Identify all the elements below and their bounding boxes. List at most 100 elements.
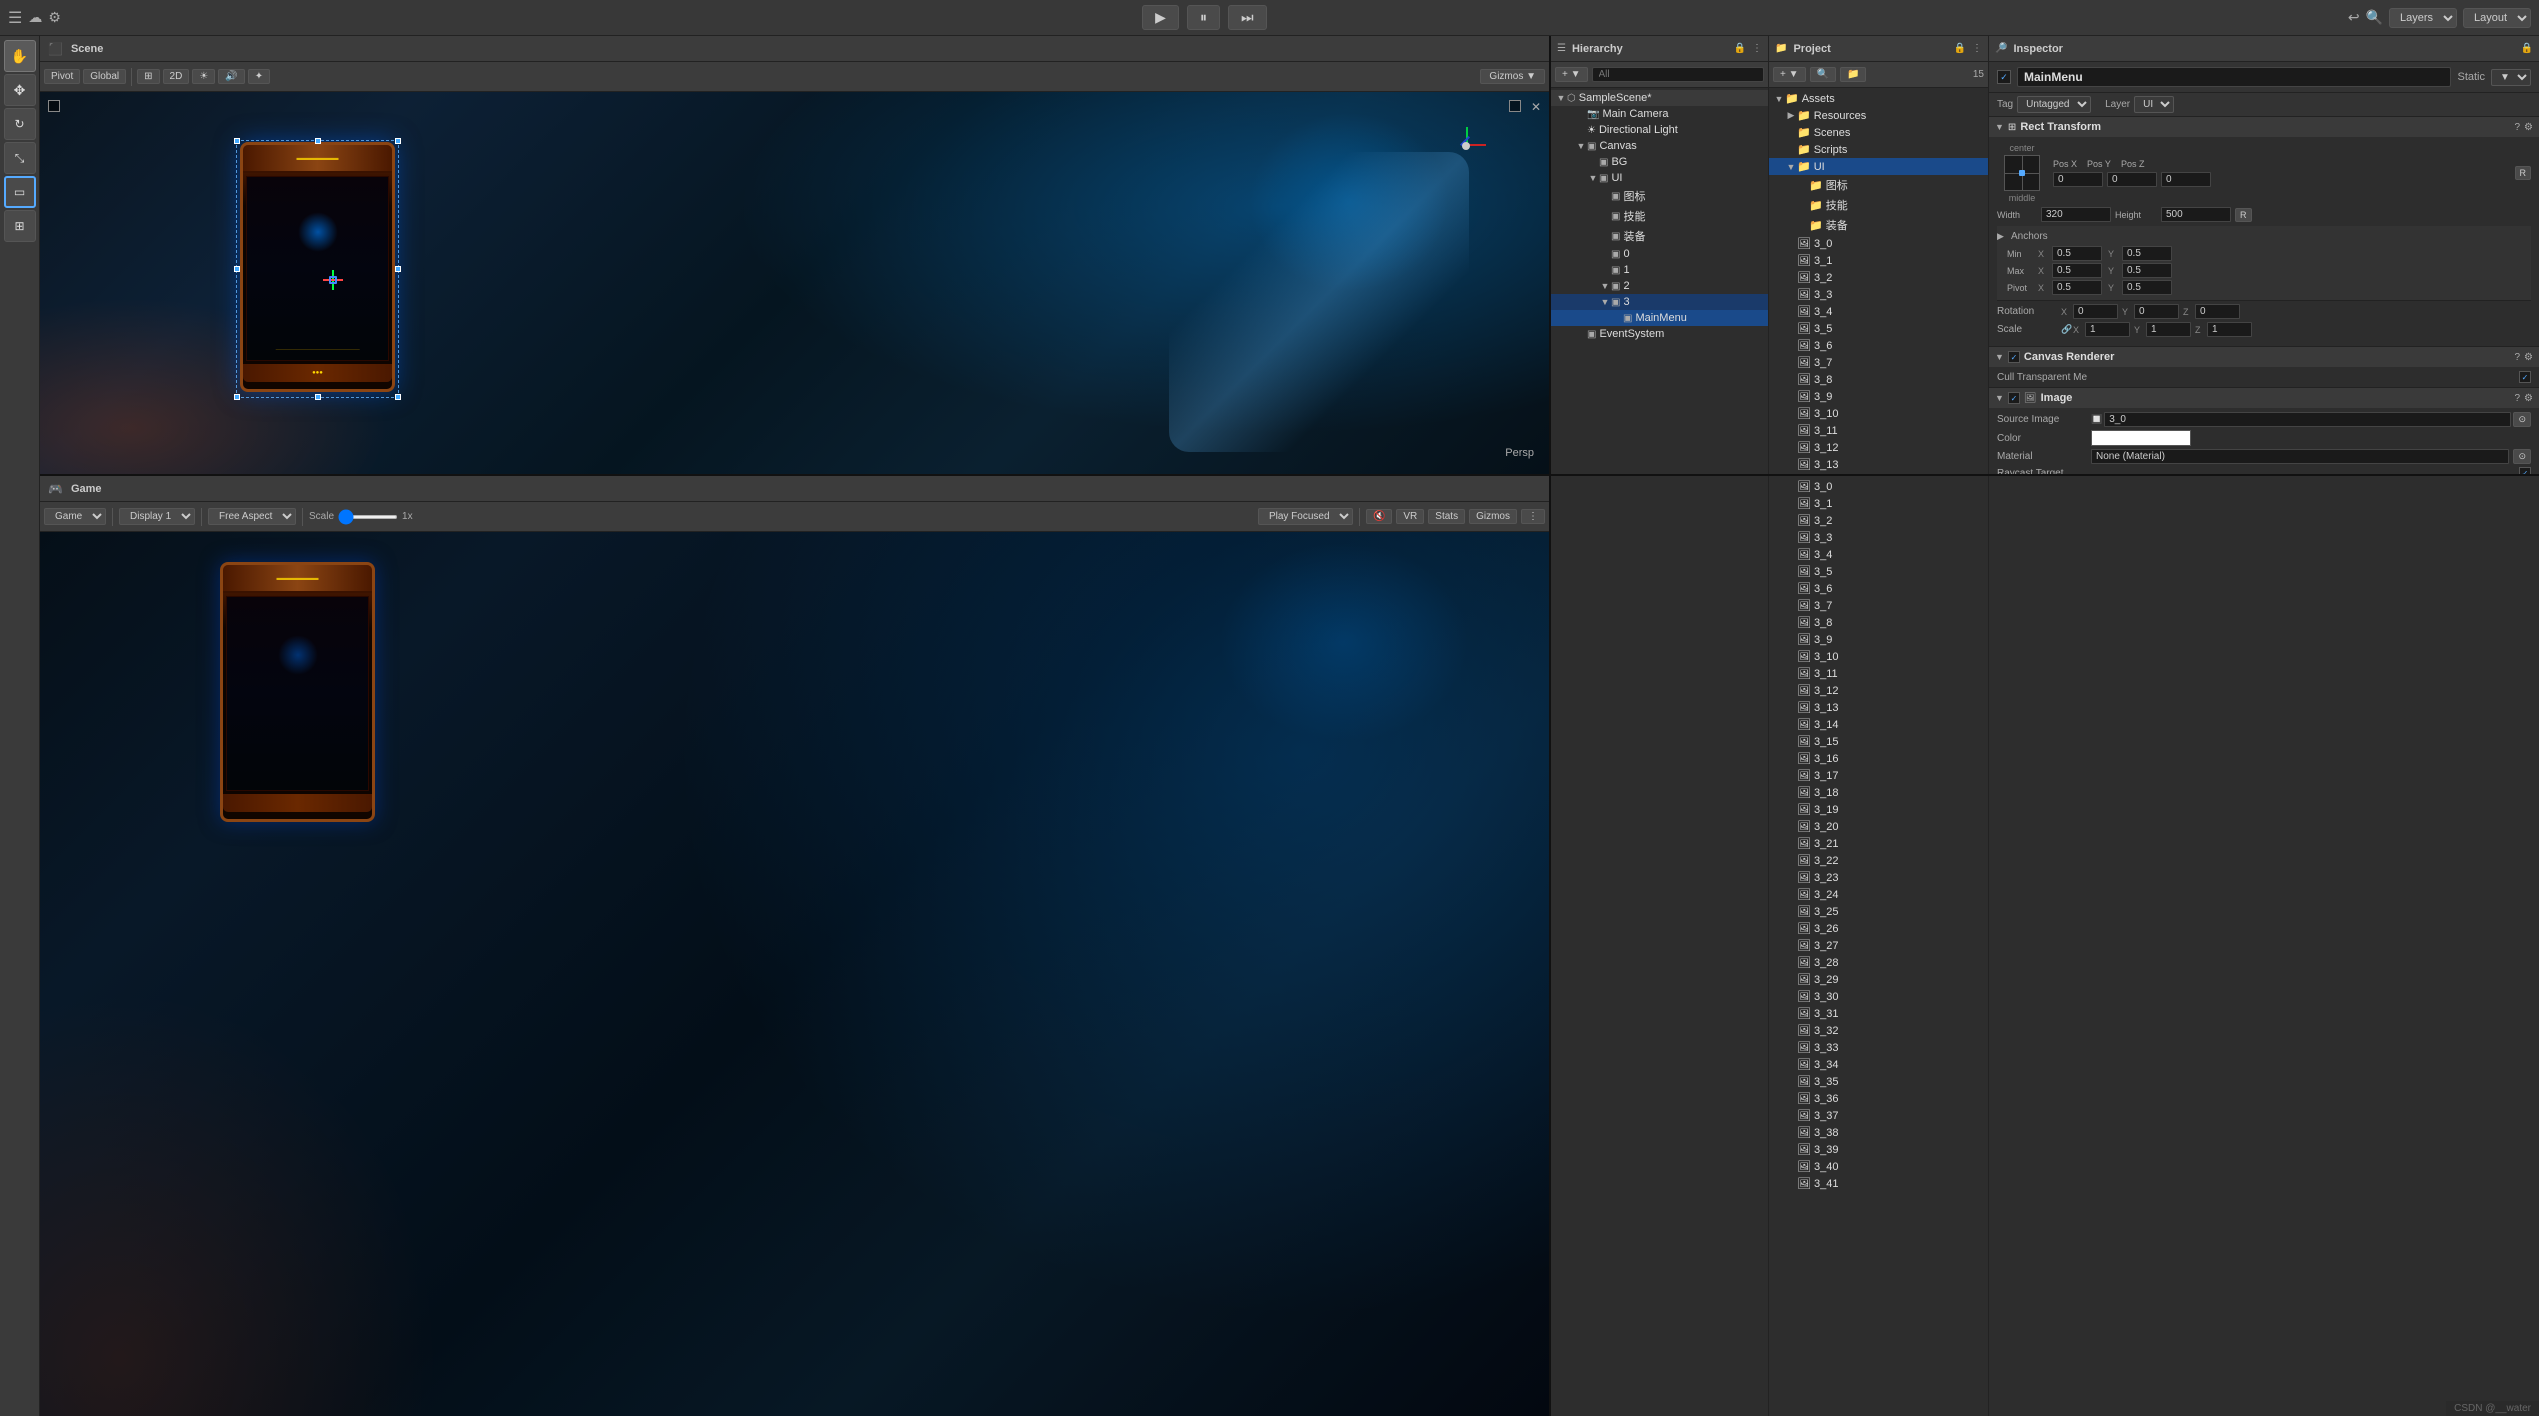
hierarchy-item-equip[interactable]: ▣ 装备 xyxy=(1551,226,1768,246)
search-icon[interactable]: 🔍 xyxy=(2366,9,2383,26)
project-item-3_4[interactable]: 🖼3_4 xyxy=(1769,303,1988,320)
project-item-3_31[interactable]: 🖼3_31 xyxy=(1769,1005,1988,1022)
posx-input[interactable] xyxy=(2053,172,2103,187)
project-item-3_0[interactable]: 🖼3_0 xyxy=(1769,235,1988,252)
cull-transparent-checkbox[interactable]: ✓ xyxy=(2519,371,2531,383)
project-item-3_10[interactable]: 🖼3_10 xyxy=(1769,405,1988,422)
rotate-tool[interactable]: ↻ xyxy=(4,108,36,140)
stats-button[interactable]: Stats xyxy=(1428,509,1465,524)
light-toggle[interactable]: ☀ xyxy=(192,69,215,84)
scale-slider[interactable] xyxy=(338,515,398,519)
project-item-3_6[interactable]: 🖼3_6 xyxy=(1769,337,1988,354)
project-item-3_11[interactable]: 🖼3_11 xyxy=(1769,422,1988,439)
scene-viewport[interactable]: ▬▬▬▬▬▬ ●●● xyxy=(40,92,1549,474)
scale-z[interactable] xyxy=(2207,322,2252,337)
project-item-3_41[interactable]: 🖼3_41 xyxy=(1769,1175,1988,1192)
project-item-3_34[interactable]: 🖼3_34 xyxy=(1769,1056,1988,1073)
project-item-3_33[interactable]: 🖼3_33 xyxy=(1769,1039,1988,1056)
project-item-3_10[interactable]: 🖼3_10 xyxy=(1769,648,1988,665)
global-button[interactable]: Global xyxy=(83,69,126,84)
project-folder-button[interactable]: 📁 xyxy=(1840,67,1866,82)
project-item-assets[interactable]: ▼ 📁 Assets xyxy=(1769,90,1988,107)
audio-toggle[interactable]: 🔊 xyxy=(218,69,244,84)
mute-button[interactable]: 🔇 xyxy=(1366,509,1392,524)
object-name-input[interactable] xyxy=(2017,67,2451,87)
project-item-3_9[interactable]: 🖼3_9 xyxy=(1769,631,1988,648)
project-item-3_18[interactable]: 🖼3_18 xyxy=(1769,784,1988,801)
project-item-3_39[interactable]: 🖼3_39 xyxy=(1769,1141,1988,1158)
scale-y[interactable] xyxy=(2146,322,2191,337)
project-item-3_25[interactable]: 🖼3_25 xyxy=(1769,903,1988,920)
game-viewport[interactable]: ▬▬▬▬▬▬ xyxy=(40,532,1549,1416)
project-lock-icon[interactable]: 🔒 xyxy=(1954,43,1966,54)
project-item-3_29[interactable]: 🖼3_29 xyxy=(1769,971,1988,988)
move-tool[interactable]: ✥ xyxy=(4,74,36,106)
project-item-3_6[interactable]: 🖼3_6 xyxy=(1769,580,1988,597)
rect-tool[interactable]: ▭ xyxy=(4,176,36,208)
project-item-3_2[interactable]: 🖼3_2 xyxy=(1769,269,1988,286)
hierarchy-item-mainmenu[interactable]: ▣ MainMenu xyxy=(1551,310,1768,326)
project-item-3_22[interactable]: 🖼3_22 xyxy=(1769,852,1988,869)
project-item-3_7[interactable]: 🖼3_7 xyxy=(1769,597,1988,614)
anchor-max-y[interactable] xyxy=(2122,263,2172,278)
hierarchy-item-icons[interactable]: ▣ 图标 xyxy=(1551,186,1768,206)
scene-root-item[interactable]: ▼ ⬡ SampleScene* xyxy=(1551,90,1768,106)
project-item-3_14[interactable]: 🖼3_14 xyxy=(1769,473,1988,474)
posy-input[interactable] xyxy=(2107,172,2157,187)
pause-button[interactable]: ⏸ xyxy=(1187,5,1220,30)
project-item-3_0[interactable]: 🖼3_0 xyxy=(1769,478,1988,495)
project-item-3_20[interactable]: 🖼3_20 xyxy=(1769,818,1988,835)
static-dropdown[interactable]: ▼ xyxy=(2491,69,2531,86)
project-item-3_11[interactable]: 🖼3_11 xyxy=(1769,665,1988,682)
hierarchy-item-dir-light[interactable]: ☀ Directional Light xyxy=(1551,122,1768,138)
pivot-x[interactable] xyxy=(2052,280,2102,295)
project-item-3_4[interactable]: 🖼3_4 xyxy=(1769,546,1988,563)
project-item-3_13[interactable]: 🖼3_13 xyxy=(1769,456,1988,473)
aspect-select[interactable]: Free Aspect xyxy=(208,508,296,525)
hierarchy-add-button[interactable]: + ▼ xyxy=(1555,67,1588,82)
project-item-resources[interactable]: ▶ 📁 Resources xyxy=(1769,107,1988,124)
project-item-scenes[interactable]: 📁 Scenes xyxy=(1769,124,1988,141)
hierarchy-item-main-camera[interactable]: 📷 Main Camera xyxy=(1551,106,1768,122)
project-item-3_3[interactable]: 🖼3_3 xyxy=(1769,286,1988,303)
vr-button[interactable]: VR xyxy=(1396,509,1424,524)
height-input[interactable] xyxy=(2161,207,2231,222)
more-game-button[interactable]: ⋮ xyxy=(1521,509,1545,524)
project-item-3_7[interactable]: 🖼3_7 xyxy=(1769,354,1988,371)
rect-transform-settings-icon[interactable]: ⚙ xyxy=(2524,122,2533,133)
layer-dropdown[interactable]: UI xyxy=(2134,96,2174,113)
canvas-renderer-help[interactable]: ? xyxy=(2514,352,2520,363)
anchor-max-x[interactable] xyxy=(2052,263,2102,278)
project-item-3_30[interactable]: 🖼3_30 xyxy=(1769,988,1988,1005)
image-component-header[interactable]: ▼ ✓ 🖼 Image ? ⚙ xyxy=(1989,388,2539,408)
material-input[interactable] xyxy=(2091,449,2509,464)
project-item-3_36[interactable]: 🖼3_36 xyxy=(1769,1090,1988,1107)
scale-tool[interactable]: ⤡ xyxy=(4,142,36,174)
project-item-3_15[interactable]: 🖼3_15 xyxy=(1769,733,1988,750)
project-item-3_27[interactable]: 🖼3_27 xyxy=(1769,937,1988,954)
width-input[interactable] xyxy=(2041,207,2111,222)
project-item-3_24[interactable]: 🖼3_24 xyxy=(1769,886,1988,903)
project-item-3_1[interactable]: 🖼3_1 xyxy=(1769,495,1988,512)
undo-icon[interactable]: ↩ xyxy=(2348,9,2360,26)
project-item-3_19[interactable]: 🖼3_19 xyxy=(1769,801,1988,818)
step-button[interactable]: ⏭ xyxy=(1228,5,1267,30)
pivot-button[interactable]: Pivot xyxy=(44,69,80,84)
project-item-3_8[interactable]: 🖼3_8 xyxy=(1769,614,1988,631)
project-item-3_8[interactable]: 🖼3_8 xyxy=(1769,371,1988,388)
cloud-icon[interactable]: ☁ xyxy=(28,9,42,26)
image-active-checkbox[interactable]: ✓ xyxy=(2008,392,2020,404)
posz-input[interactable] xyxy=(2161,172,2211,187)
project-item-3_1[interactable]: 🖼3_1 xyxy=(1769,252,1988,269)
2d-button[interactable]: 2D xyxy=(163,69,190,84)
rect-transform-header[interactable]: ▼ ⊞ Rect Transform ? ⚙ xyxy=(1989,117,2539,137)
hierarchy-item-3[interactable]: ▼ ▣ 3 xyxy=(1551,294,1768,310)
anchor-min-y[interactable] xyxy=(2122,246,2172,261)
source-image-input[interactable] xyxy=(2104,412,2511,427)
color-picker[interactable] xyxy=(2091,430,2191,446)
project-item-3_35[interactable]: 🖼3_35 xyxy=(1769,1073,1988,1090)
image-settings[interactable]: ⚙ xyxy=(2524,393,2533,404)
project-item-3_2[interactable]: 🖼3_2 xyxy=(1769,512,1988,529)
project-item-3_16[interactable]: 🖼3_16 xyxy=(1769,750,1988,767)
project-item-3_38[interactable]: 🖼3_38 xyxy=(1769,1124,1988,1141)
